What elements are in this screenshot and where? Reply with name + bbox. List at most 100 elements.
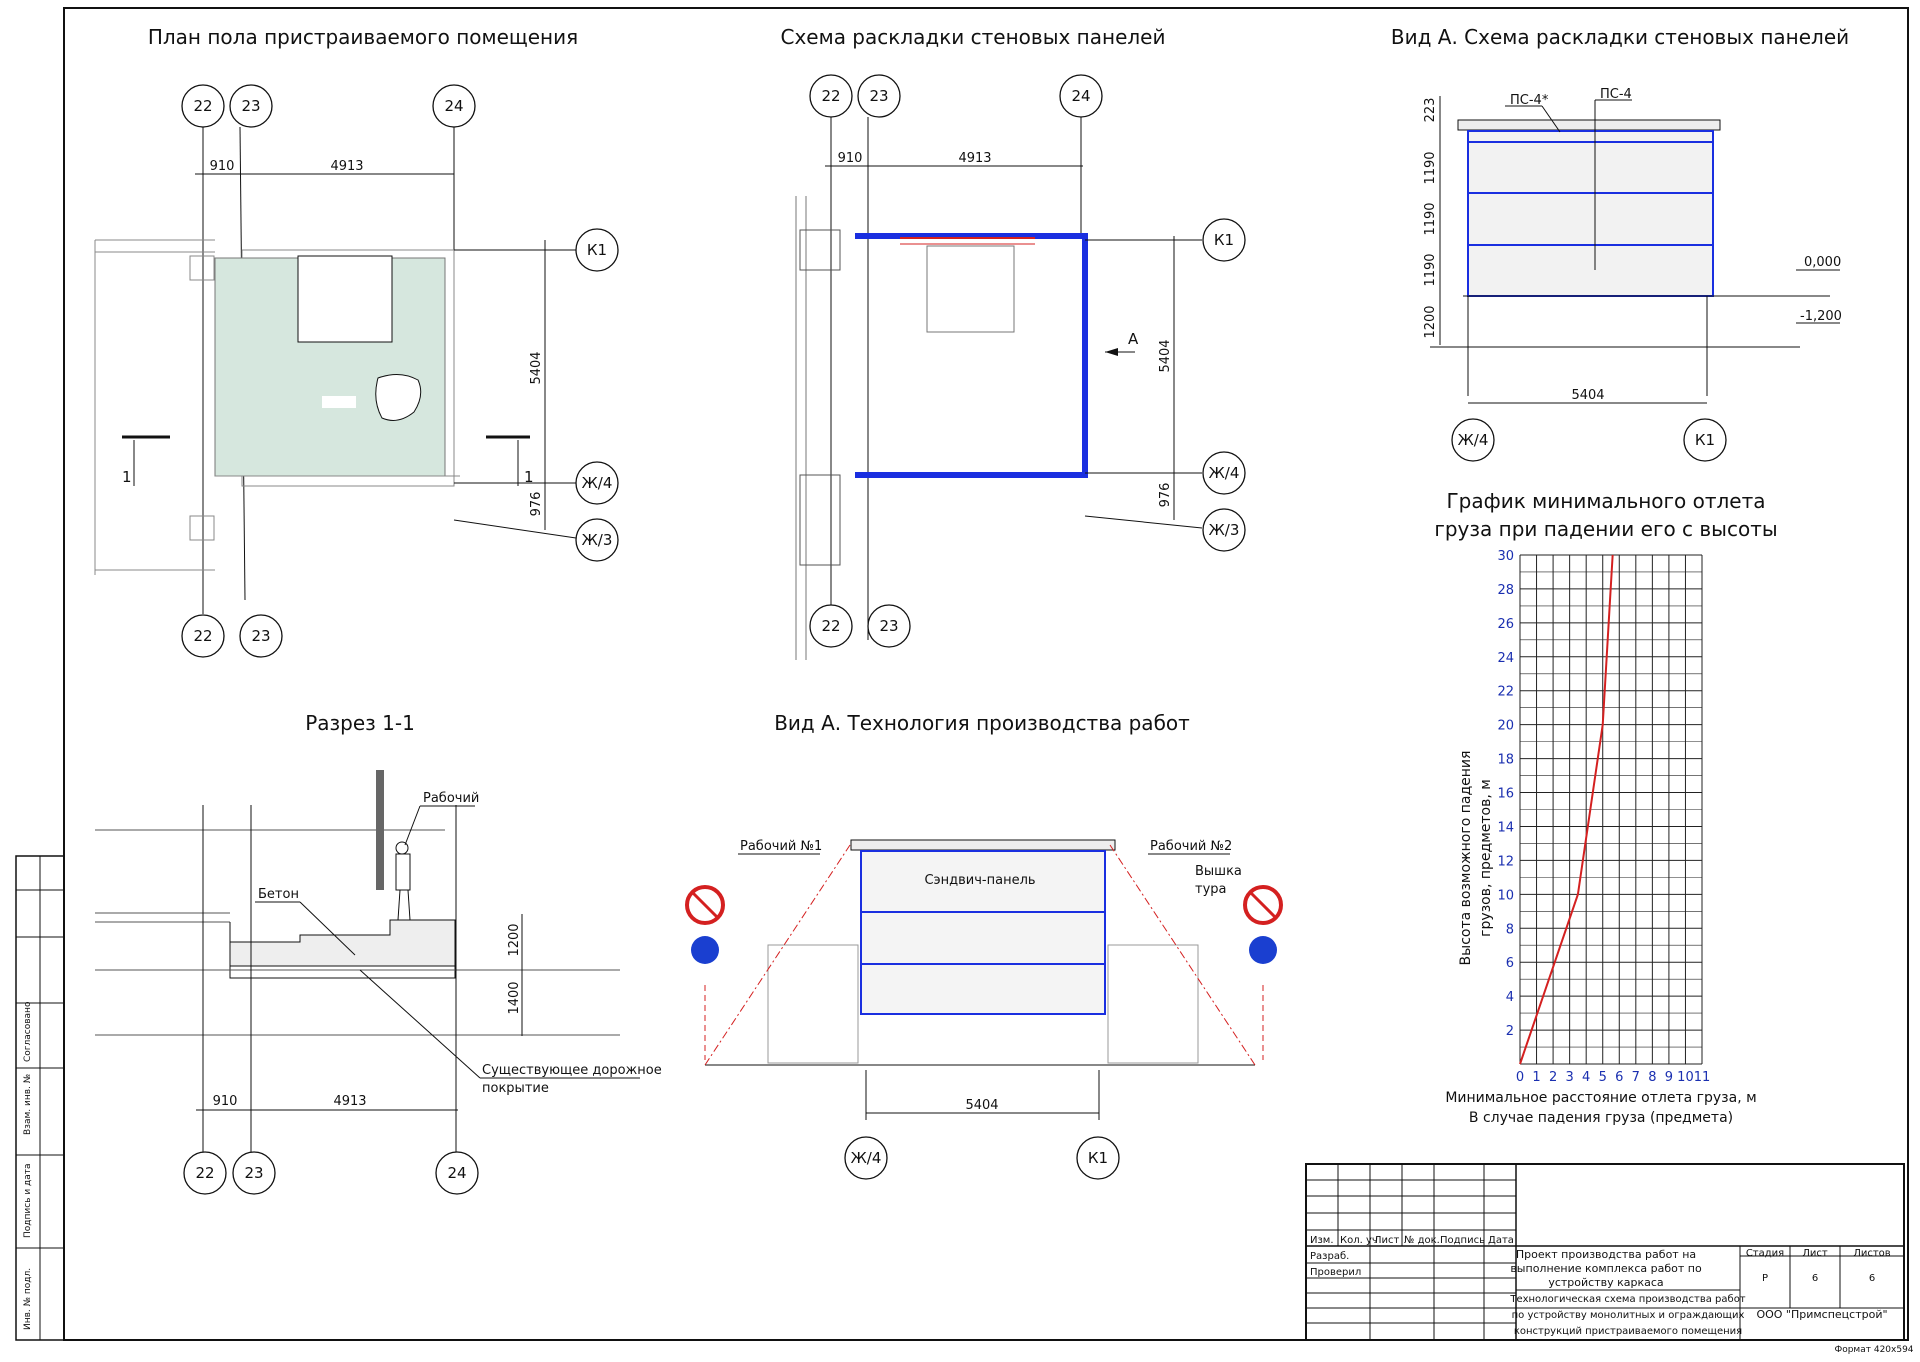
tech-label-w2: Рабочий №2 xyxy=(1150,839,1232,854)
tb-sheets-h: Листов xyxy=(1853,1248,1890,1259)
chart-xtick: 4 xyxy=(1582,1070,1590,1085)
fp-dim-976: 976 xyxy=(529,492,544,517)
chart-ytick: 24 xyxy=(1497,651,1514,666)
pl-axis-24-top: 24 xyxy=(1071,87,1090,105)
chart-xtick: 1 xyxy=(1532,1070,1540,1085)
chart-title-line1: График минимального отлета xyxy=(1446,489,1765,513)
drawing-canvas: Согласовано Взам. инв. № Подпись и дата … xyxy=(15,7,1914,1355)
sec-label-concrete: Бетон xyxy=(258,887,299,902)
sec-axis-23: 23 xyxy=(244,1164,263,1182)
sec-label-existing: Существующее дорожное xyxy=(482,1063,662,1078)
panel-layout-title: Схема раскладки стеновых панелей xyxy=(781,25,1166,49)
chart-ytick: 4 xyxy=(1506,990,1514,1005)
sec-label-worker: Рабочий xyxy=(423,791,479,806)
pl-axis-zh4: Ж/4 xyxy=(1209,464,1240,482)
chart-xtick: 5 xyxy=(1599,1070,1607,1085)
fp-axis-23-top: 23 xyxy=(241,97,260,115)
drawing-sheet: Согласовано Взам. инв. № Подпись и дата … xyxy=(0,0,1920,1358)
chart-ylabel2: грузов, предметов, м xyxy=(1478,779,1494,937)
chart-ytick: 10 xyxy=(1497,888,1514,903)
chart-xtick: 10 xyxy=(1677,1070,1694,1085)
tech-view: Вид А. Технология производства работ Сэн… xyxy=(685,711,1283,1180)
side-label-sign: Подпись и дата xyxy=(23,1163,33,1238)
tech-width: 5404 xyxy=(965,1098,998,1113)
side-label-inv: Инв. № подл. xyxy=(23,1268,33,1330)
chart-ytick: 12 xyxy=(1497,854,1514,869)
tb-sheet-v: 6 xyxy=(1812,1273,1818,1284)
tb-project-3: устройству каркаса xyxy=(1548,1276,1663,1289)
pl-axis-22-top: 22 xyxy=(821,87,840,105)
pl-dim-910: 910 xyxy=(838,151,863,166)
tb-project-1: Проект производства работ на xyxy=(1516,1248,1696,1261)
fp-dim-4913: 4913 xyxy=(330,159,363,174)
va-h-1200: 1200 xyxy=(1423,305,1438,338)
fp-axis-k1: К1 xyxy=(587,241,607,259)
side-stamp: Согласовано Взам. инв. № Подпись и дата … xyxy=(15,855,65,1341)
pl-axis-k1: К1 xyxy=(1214,231,1234,249)
tech-axis-zh4: Ж/4 xyxy=(851,1149,882,1167)
view-a-layout: Вид А. Схема раскладки стеновых панелей … xyxy=(1391,25,1849,462)
fp-axis-23-bottom: 23 xyxy=(251,627,270,645)
tb-format: Формат 420х594 xyxy=(1834,1345,1913,1355)
tech-label-tower1: Вышка xyxy=(1195,864,1242,879)
tb-project-2: выполнение комплекса работ по xyxy=(1510,1262,1702,1275)
chart-ytick: 26 xyxy=(1497,617,1514,632)
chart-ytick: 28 xyxy=(1497,583,1514,598)
sec-h-1400: 1400 xyxy=(507,981,522,1014)
tb-h-list: Лист xyxy=(1374,1235,1400,1246)
sec-h-1200: 1200 xyxy=(507,923,522,956)
chart-xtick: 0 xyxy=(1516,1070,1524,1085)
tb-drawing-3: конструкций пристраиваемого помещения xyxy=(1514,1326,1742,1337)
pl-dim-4913: 4913 xyxy=(958,151,991,166)
va-h-223: 223 xyxy=(1423,98,1438,123)
chart-xtick: 11 xyxy=(1694,1070,1711,1085)
chart-xtick: 7 xyxy=(1632,1070,1640,1085)
tech-label-tower2: тура xyxy=(1195,882,1226,897)
chart-xtick: 3 xyxy=(1565,1070,1573,1085)
chart-ticks: 0 1 2 3 4 5 6 7 8 9 10 1124681012141618202224262830 xyxy=(1497,549,1710,1085)
tb-drawing-1: Технологическая схема производства работ xyxy=(1509,1294,1745,1305)
fp-section-right: 1 xyxy=(524,468,534,486)
tb-sheet-h: Лист xyxy=(1802,1248,1828,1259)
chart-ytick: 30 xyxy=(1497,549,1514,564)
pl-axis-23-bottom: 23 xyxy=(879,617,898,635)
va-h-1190c: 1190 xyxy=(1423,253,1438,286)
chart-ytick: 8 xyxy=(1506,922,1514,937)
chart-title-line2: груза при падении его с высоты xyxy=(1434,517,1777,541)
chart-grid xyxy=(1519,554,1703,1065)
side-label-replace: Взам. инв. № xyxy=(23,1074,33,1135)
chart-xlabel2: В случае падения груза (предмета) xyxy=(1469,1110,1733,1126)
sec-dim-910: 910 xyxy=(213,1094,238,1109)
side-label-agreed: Согласовано xyxy=(23,1001,33,1062)
chart-xtick: 2 xyxy=(1549,1070,1557,1085)
fp-axis-22-bottom: 22 xyxy=(193,627,212,645)
chart-ytick: 2 xyxy=(1506,1024,1514,1039)
pl-dim-976: 976 xyxy=(1158,483,1173,508)
chart-ytick: 6 xyxy=(1506,956,1514,971)
tb-h-kol: Кол. уч xyxy=(1340,1235,1378,1246)
sec-axis-24: 24 xyxy=(447,1164,466,1182)
tech-axis-k1: К1 xyxy=(1088,1149,1108,1167)
sec-label-existing2: покрытие xyxy=(482,1081,549,1096)
tb-stage-h: Стадия xyxy=(1746,1248,1784,1259)
tech-label-panel: Сэндвич-панель xyxy=(924,873,1035,888)
pl-axis-zh3: Ж/3 xyxy=(1209,521,1240,539)
chart-ytick: 16 xyxy=(1497,787,1514,802)
section-title: Разрез 1-1 xyxy=(305,711,415,735)
chart-xtick: 6 xyxy=(1615,1070,1623,1085)
chart-ytick: 14 xyxy=(1497,820,1514,835)
fp-axis-zh4: Ж/4 xyxy=(582,474,613,492)
tb-sheets-v: 6 xyxy=(1869,1273,1875,1284)
fp-dim-5404: 5404 xyxy=(529,351,544,384)
tb-stage-v: Р xyxy=(1762,1273,1768,1284)
va-level-0: 0,000 xyxy=(1804,255,1841,270)
sec-axis-22: 22 xyxy=(195,1164,214,1182)
tb-h-doc: № док. xyxy=(1404,1235,1440,1246)
floor-plan-title: План пола пристраиваемого помещения xyxy=(148,25,578,49)
pl-dim-5404: 5404 xyxy=(1158,339,1173,372)
section-view: Разрез 1-1 Рабочий Бетон Существующее до… xyxy=(95,711,662,1195)
tb-row-dev: Разраб. xyxy=(1310,1251,1349,1262)
fp-axis-zh3: Ж/3 xyxy=(582,531,613,549)
tb-h-date: Дата xyxy=(1488,1235,1514,1246)
fp-axis-22-top: 22 xyxy=(193,97,212,115)
